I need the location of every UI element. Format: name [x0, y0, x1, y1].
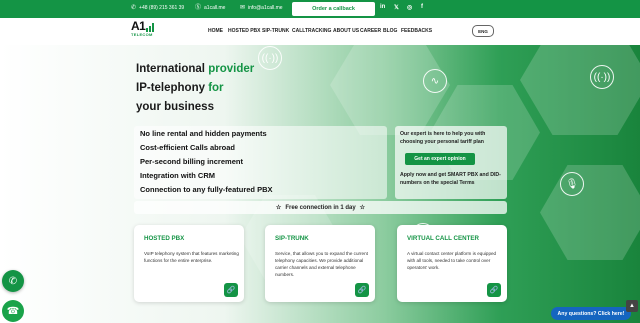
- logo-subtitle: TELECOM: [131, 32, 153, 37]
- hero-title-part: International: [136, 63, 209, 75]
- linkedin-icon[interactable]: in: [380, 4, 385, 10]
- skype-handle: a1call.me: [204, 5, 226, 11]
- phone-contact[interactable]: ✆ +48 (89) 215 361 39: [131, 5, 184, 11]
- nav-item-home[interactable]: HOME: [208, 28, 223, 34]
- expert-panel: Our expert is here to help you with choo…: [395, 126, 507, 199]
- soundwave-icon: ∿: [423, 69, 447, 93]
- email-contact[interactable]: ✉ info@a1call.me: [240, 5, 283, 11]
- feature-item: No line rental and hidden payments: [140, 129, 267, 138]
- expert-text: Our expert is here to help you with choo…: [400, 131, 486, 145]
- link-icon[interactable]: 🔗: [224, 283, 238, 297]
- hero-title-highlight: provider: [208, 63, 255, 75]
- features-list: No line rental and hidden payments Cost-…: [134, 126, 387, 199]
- feature-item: Integration with CRM: [140, 171, 215, 180]
- hero-title: International provider IP-telephony for …: [136, 60, 254, 117]
- mail-icon: ✉: [240, 5, 246, 11]
- feature-item: Cost-efficient Calls abroad: [140, 143, 236, 152]
- top-bar: ✆ +48 (89) 215 361 39 Ⓢ a1call.me ✉ info…: [0, 0, 640, 18]
- get-expert-opinion-button[interactable]: Get an expert opinion: [405, 153, 475, 165]
- hero-title-part: your business: [136, 101, 214, 113]
- nav-item-career[interactable]: CAREER: [360, 28, 381, 34]
- email-address: info@a1call.me: [248, 5, 283, 11]
- skype-icon: Ⓢ: [195, 5, 202, 11]
- facebook-icon[interactable]: f: [421, 4, 423, 10]
- hero-title-part: IP-telephony: [136, 82, 209, 94]
- logo-text: A1: [131, 19, 146, 33]
- card-title: HOSTED PBX: [144, 235, 185, 242]
- star-icon: ☆: [359, 205, 366, 211]
- card-title: SIP-TRUNK: [275, 235, 309, 242]
- microphone-icon: 🎙: [560, 172, 584, 196]
- free-connection-banner: ☆ Free connection in 1 day ☆: [134, 201, 507, 214]
- service-card-virtual-call-center[interactable]: VIRTUAL CALL CENTER A virtual contact ce…: [397, 225, 507, 302]
- service-card-sip-trunk[interactable]: SIP-TRUNK Service, that allows you to ex…: [265, 225, 375, 302]
- service-card-hosted-pbx[interactable]: HOSTED PBX VoIP telephony system that fe…: [134, 225, 244, 302]
- instagram-icon[interactable]: ◎: [407, 4, 412, 11]
- signal-bars-icon: [146, 23, 155, 32]
- scroll-up-icon[interactable]: ▲: [626, 300, 638, 312]
- order-callback-button[interactable]: Order a callback: [292, 2, 375, 16]
- card-description: A virtual contact center platform is equ…: [407, 251, 497, 270]
- nav-item-sip-trunk[interactable]: SIP-TRUNK: [262, 28, 289, 34]
- feature-item: Per-second billing increment: [140, 157, 243, 166]
- hex-decoration: [540, 165, 640, 260]
- whatsapp-icon[interactable]: ✆: [2, 270, 24, 292]
- hex-decoration: [520, 45, 640, 135]
- apply-text: Apply now and get SMART PBX and DID-numb…: [400, 172, 501, 186]
- hero-title-highlight: for: [208, 82, 224, 94]
- chat-widget-button[interactable]: Any questions? Click here!: [551, 307, 631, 320]
- star-icon: ☆: [275, 205, 282, 211]
- chat-label: Any questions? Click here!: [557, 310, 625, 317]
- card-description: VoIP telephony system that features mark…: [144, 251, 239, 263]
- language-switch[interactable]: ENG: [472, 25, 494, 37]
- nav-item-calltracking[interactable]: CALLTRACKING: [292, 28, 331, 34]
- skype-contact[interactable]: Ⓢ a1call.me: [195, 5, 225, 11]
- phone-number: +48 (89) 215 361 39: [139, 5, 185, 11]
- link-icon[interactable]: 🔗: [487, 283, 501, 297]
- phone-icon: ✆: [131, 5, 137, 11]
- feature-item: Connection to any fully-featured PBX: [140, 185, 273, 194]
- nav-item-hosted-pbx[interactable]: HOSTED PBX: [228, 28, 261, 34]
- broadcast-icon: ((·)): [258, 46, 282, 70]
- card-title: VIRTUAL CALL CENTER: [407, 235, 479, 242]
- nav-item-blog[interactable]: BLOG: [383, 28, 397, 34]
- nav-item-about-us[interactable]: ABOUT US: [333, 28, 359, 34]
- link-icon[interactable]: 🔗: [355, 283, 369, 297]
- site-logo[interactable]: A1 TELECOM: [131, 19, 155, 37]
- free-connection-text: Free connection in 1 day: [285, 204, 356, 211]
- twitter-icon[interactable]: 𝕏: [394, 4, 399, 11]
- card-description: Service, that allows you to expand the c…: [275, 251, 368, 277]
- phone-call-icon[interactable]: ☎: [2, 300, 24, 322]
- nav-item-feedbacks[interactable]: FEEDBACKS: [401, 28, 432, 34]
- broadcast-icon: ((·)): [590, 65, 614, 89]
